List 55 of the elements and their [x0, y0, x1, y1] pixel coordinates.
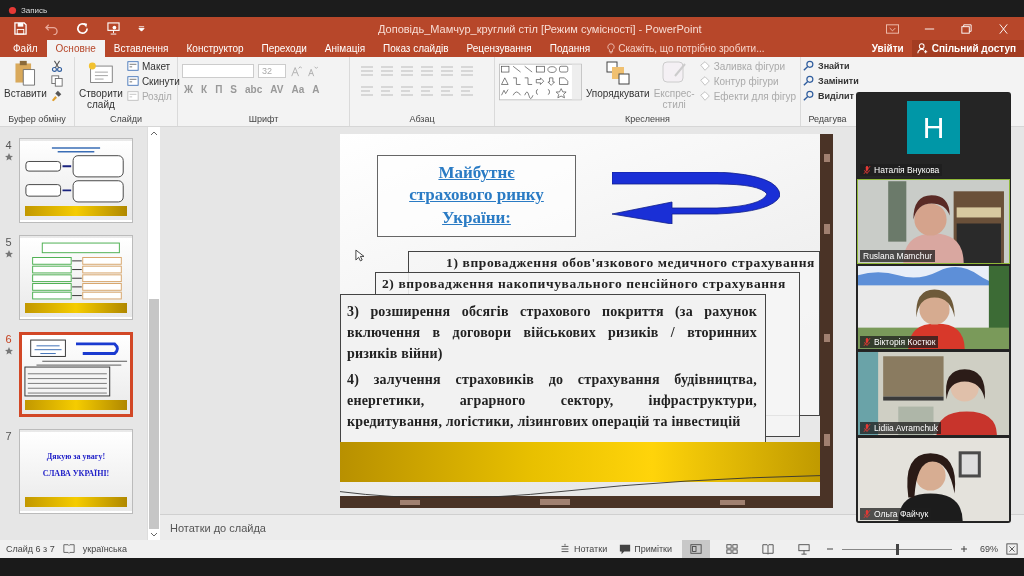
- group-label: Креслення: [624, 114, 671, 126]
- slide-paragraph: 3) розширення обсягів страхового покриття (за рахунок включення в договори військових ризиків / вторинних ризиків війни): [347, 302, 757, 363]
- ribbon-tab[interactable]: Файл: [4, 40, 47, 57]
- language-label[interactable]: українська: [82, 544, 127, 554]
- closing-text: СЛАВА УКРАЇНІ!: [42, 468, 110, 478]
- ribbon-tab[interactable]: Переходи: [252, 40, 316, 57]
- ribbon-tab[interactable]: Основне: [46, 40, 105, 57]
- ribbon-tab[interactable]: Показ слайдів: [374, 40, 458, 57]
- group-label: Шрифт: [247, 114, 280, 126]
- group-label: Абзац: [408, 114, 436, 126]
- participant-tile[interactable]: Ольга Файчук: [857, 437, 1010, 522]
- zoom-level[interactable]: 69%: [980, 544, 998, 554]
- slide-text: 2) впровадження накопичувального пенсійного страхування: [382, 275, 786, 291]
- share-button[interactable]: Спільний доступ: [911, 40, 1024, 57]
- slide-number: 5: [5, 236, 12, 248]
- paste-button[interactable]: Вставити: [4, 60, 47, 99]
- ribbon-tab[interactable]: Анімація: [315, 40, 375, 57]
- slide-title: Майбутнє страхового ринку України:: [408, 162, 545, 229]
- ribbon-tab[interactable]: Вставлення: [104, 40, 178, 57]
- participant-name: Ruslana Mamchur: [863, 251, 932, 261]
- ribbon-tab[interactable]: Подання: [540, 40, 600, 57]
- slide-counter: Слайд 6 з 7: [6, 544, 55, 554]
- notes-button[interactable]: Нотатки: [556, 543, 610, 555]
- arrange-button[interactable]: Упорядкувати: [585, 60, 650, 99]
- participant-tile[interactable]: Lidiia Avramchuk: [857, 351, 1010, 436]
- participant-tile[interactable]: Ruslana Mamchur: [857, 179, 1010, 264]
- ribbon-button[interactable]: Скинути: [126, 75, 180, 87]
- group-label: Слайди: [108, 114, 144, 126]
- sign-in-link[interactable]: Увійти: [863, 40, 912, 57]
- ribbon-tab[interactable]: Конструктор: [177, 40, 253, 57]
- ribbon-button[interactable]: Макет: [126, 60, 180, 72]
- group-label: Редагува: [807, 114, 848, 126]
- comments-button[interactable]: Примітки: [617, 543, 674, 555]
- participant-name: Вікторія Костюк: [874, 337, 936, 347]
- slide-number: 7: [5, 430, 12, 442]
- tell-me-field[interactable]: Скажіть, що потрібно зробити...: [607, 40, 809, 57]
- slide-number: 6: [5, 333, 12, 345]
- recording-label: Запись: [21, 6, 48, 15]
- slide-paragraph: 4) залучення страховиків до страхування будівництва, енергетики, аграрного сектору, інфраструктури, кредитування, логістики, лізингових операцій та інвестицій: [347, 370, 757, 431]
- slide-number: 4: [5, 139, 12, 151]
- slide-thumbnail[interactable]: Дякую за увагу! СЛАВА УКРАЇНІ!: [20, 430, 132, 513]
- closing-text: Дякую за увагу!: [46, 451, 106, 461]
- participant-tile[interactable]: Вікторія Костюк: [857, 265, 1010, 350]
- notes-placeholder: Нотатки до слайда: [170, 521, 266, 534]
- participant-name: Наталія Внукова: [874, 165, 940, 175]
- new-slide-button[interactable]: Створити слайд: [79, 60, 123, 110]
- ribbon-button[interactable]: Замінити: [803, 75, 859, 87]
- ribbon-button[interactable]: Виділит: [803, 90, 859, 102]
- ribbon-tab[interactable]: Рецензування: [457, 40, 541, 57]
- window-title: Доповідь_Мамчур_круглий стіл [Режим сумісності] - PowerPoint: [378, 22, 702, 35]
- participant-name: Lidiia Avramchuk: [874, 423, 939, 433]
- avatar-initial: H: [907, 101, 960, 154]
- slide-text: 1) впровадження обов'язкового медичного страхування: [446, 254, 815, 270]
- group-label: Буфер обміну: [7, 114, 67, 126]
- ribbon-button[interactable]: Знайти: [803, 60, 859, 72]
